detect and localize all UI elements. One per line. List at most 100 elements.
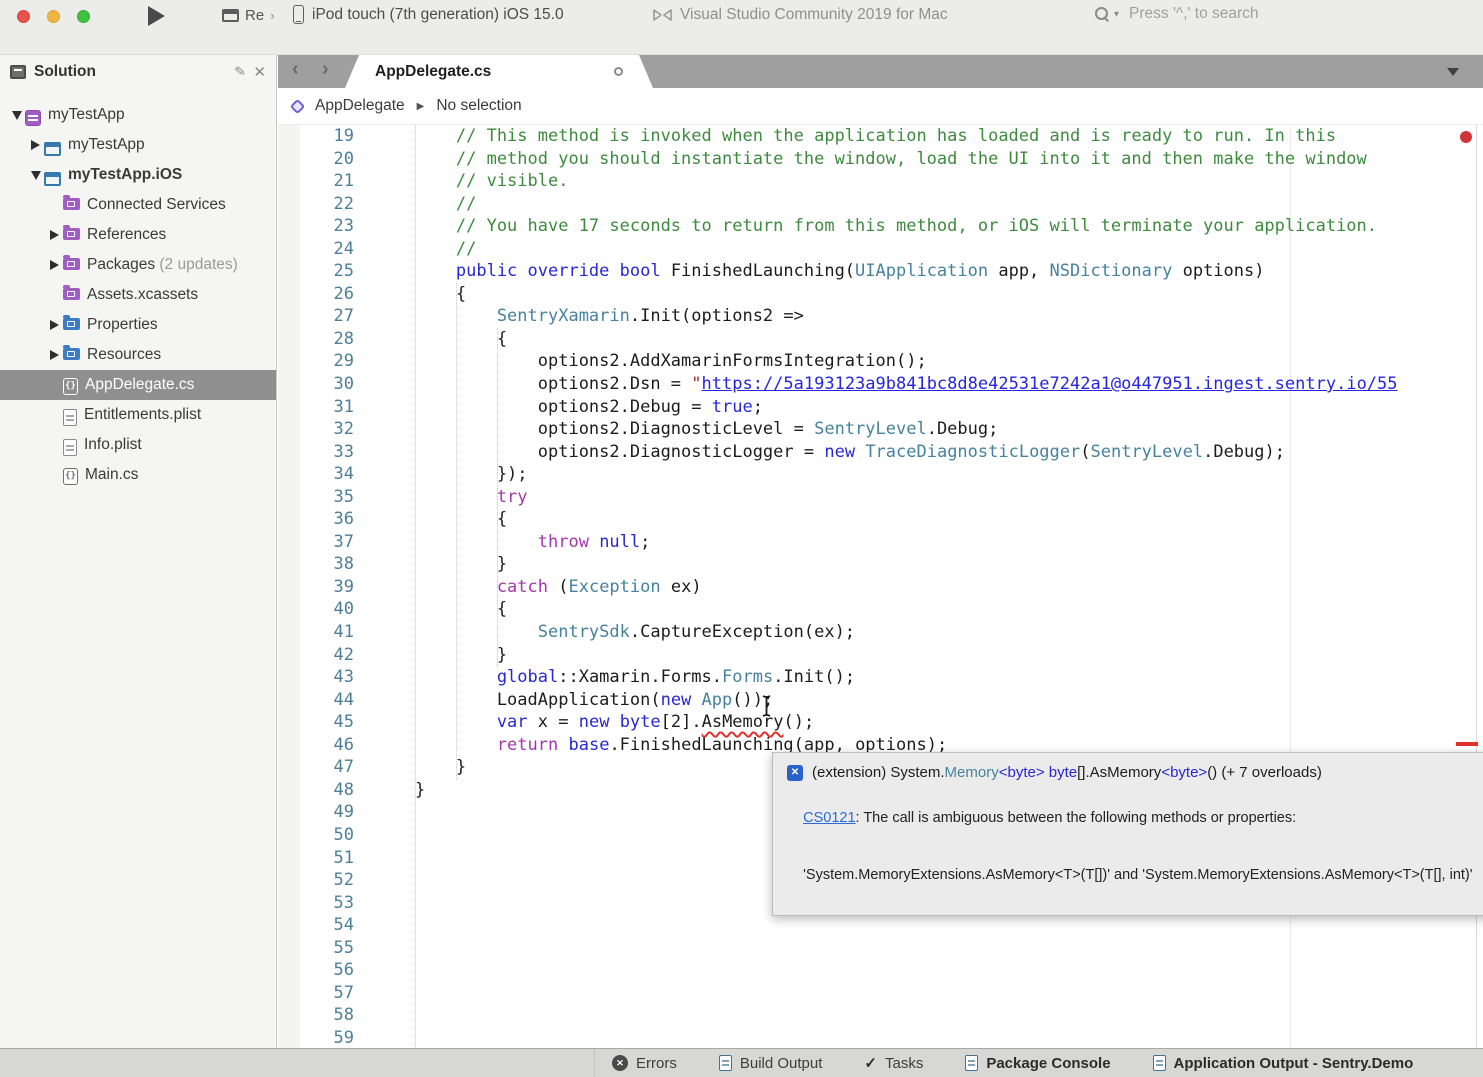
device-selector[interactable]: iPod touch (7th generation) iOS 15.0 bbox=[293, 5, 564, 24]
tree-item-packages[interactable]: Packages (2 updates) bbox=[0, 250, 276, 280]
breadcrumb-selection[interactable]: No selection bbox=[436, 97, 521, 115]
line-number[interactable]: 35 bbox=[278, 486, 354, 509]
run-button[interactable] bbox=[148, 6, 165, 26]
code-line-23[interactable]: 23 // You have 17 seconds to return from… bbox=[278, 215, 1483, 238]
line-number[interactable]: 31 bbox=[278, 396, 354, 419]
pin-icon[interactable]: ✏ bbox=[230, 61, 250, 82]
line-number[interactable]: 32 bbox=[278, 418, 354, 441]
code-line-54[interactable]: 54 bbox=[278, 914, 1483, 937]
code-line-20[interactable]: 20 // method you should instantiate the … bbox=[278, 148, 1483, 171]
line-number[interactable]: 21 bbox=[278, 170, 354, 193]
code-line-25[interactable]: 25 public override bool FinishedLaunchin… bbox=[278, 260, 1483, 283]
navigate-forward-button[interactable]: › bbox=[322, 58, 329, 81]
window-minimize-button[interactable] bbox=[47, 10, 60, 23]
tree-item-mytestapp[interactable]: myTestApp bbox=[0, 100, 276, 130]
line-number[interactable]: 53 bbox=[278, 892, 354, 915]
tree-item-entitlements-plist[interactable]: Entitlements.plist bbox=[0, 400, 276, 430]
code-line-28[interactable]: 28 { bbox=[278, 328, 1483, 351]
navigate-back-button[interactable]: ‹ bbox=[292, 58, 299, 81]
tree-item-properties[interactable]: Properties bbox=[0, 310, 276, 340]
tree-item-resources[interactable]: Resources bbox=[0, 340, 276, 370]
line-number[interactable]: 28 bbox=[278, 328, 354, 351]
code-line-19[interactable]: 19 // This method is invoked when the ap… bbox=[278, 125, 1483, 148]
line-number[interactable]: 26 bbox=[278, 283, 354, 306]
tree-item-connected-services[interactable]: Connected Services bbox=[0, 190, 276, 220]
code-line-30[interactable]: 30 options2.Dsn = "https://5a193123a9b84… bbox=[278, 373, 1483, 396]
tree-item-mytestapp-ios[interactable]: myTestApp.iOS bbox=[0, 160, 276, 190]
code-line-36[interactable]: 36 { bbox=[278, 508, 1483, 531]
line-number[interactable]: 48 bbox=[278, 779, 354, 802]
code-line-43[interactable]: 43 global::Xamarin.Forms.Forms.Init(); bbox=[278, 666, 1483, 689]
close-pad-icon[interactable]: ✕ bbox=[253, 63, 266, 81]
disclosure-right-icon[interactable] bbox=[46, 230, 63, 240]
line-number[interactable]: 27 bbox=[278, 305, 354, 328]
code-line-59[interactable]: 59 bbox=[278, 1027, 1483, 1048]
error-marker-summary-icon[interactable] bbox=[1460, 131, 1472, 143]
disclosure-right-icon[interactable] bbox=[46, 260, 63, 270]
line-number[interactable]: 51 bbox=[278, 847, 354, 870]
code-line-58[interactable]: 58 bbox=[278, 1004, 1483, 1027]
line-number[interactable]: 49 bbox=[278, 801, 354, 824]
line-number[interactable]: 37 bbox=[278, 531, 354, 554]
line-number[interactable]: 46 bbox=[278, 734, 354, 757]
line-number[interactable]: 41 bbox=[278, 621, 354, 644]
code-line-24[interactable]: 24 // bbox=[278, 238, 1483, 261]
tree-item-mytestapp[interactable]: myTestApp bbox=[0, 130, 276, 160]
code-line-26[interactable]: 26 { bbox=[278, 283, 1483, 306]
breadcrumb-class[interactable]: AppDelegate bbox=[315, 97, 405, 115]
configuration-selector[interactable]: Re › bbox=[222, 7, 275, 24]
error-code-link[interactable]: CS0121 bbox=[803, 810, 855, 826]
code-line-39[interactable]: 39 catch (Exception ex) bbox=[278, 576, 1483, 599]
line-number[interactable]: 33 bbox=[278, 441, 354, 464]
line-number[interactable]: 30 bbox=[278, 373, 354, 396]
code-line-27[interactable]: 27 SentryXamarin.Init(options2 => bbox=[278, 305, 1483, 328]
line-number[interactable]: 40 bbox=[278, 598, 354, 621]
search-field[interactable]: ▾ Press '^,' to search bbox=[1095, 5, 1465, 23]
status-item-tasks[interactable]: ✓Tasks bbox=[864, 1054, 923, 1072]
line-number[interactable]: 55 bbox=[278, 937, 354, 960]
code-line-38[interactable]: 38 } bbox=[278, 553, 1483, 576]
line-number[interactable]: 22 bbox=[278, 193, 354, 216]
line-number[interactable]: 59 bbox=[278, 1027, 354, 1048]
code-line-45[interactable]: 45 var x = new byte[2].AsMemory(); bbox=[278, 711, 1483, 734]
status-item-application-output-sentry-demo[interactable]: Application Output - Sentry.Demo bbox=[1153, 1055, 1414, 1072]
line-number[interactable]: 36 bbox=[278, 508, 354, 531]
code-line-33[interactable]: 33 options2.DiagnosticLogger = new Trace… bbox=[278, 441, 1483, 464]
line-number[interactable]: 34 bbox=[278, 463, 354, 486]
tree-item-references[interactable]: References bbox=[0, 220, 276, 250]
line-number[interactable]: 42 bbox=[278, 644, 354, 667]
tree-item-info-plist[interactable]: Info.plist bbox=[0, 430, 276, 460]
line-number[interactable]: 24 bbox=[278, 238, 354, 261]
code-line-37[interactable]: 37 throw null; bbox=[278, 531, 1483, 554]
tree-item-appdelegate-cs[interactable]: {}AppDelegate.cs bbox=[0, 370, 276, 400]
line-number[interactable]: 39 bbox=[278, 576, 354, 599]
code-line-56[interactable]: 56 bbox=[278, 959, 1483, 982]
line-number[interactable]: 56 bbox=[278, 959, 354, 982]
tree-item-main-cs[interactable]: {}Main.cs bbox=[0, 460, 276, 490]
code-line-32[interactable]: 32 options2.DiagnosticLevel = SentryLeve… bbox=[278, 418, 1483, 441]
code-line-55[interactable]: 55 bbox=[278, 937, 1483, 960]
window-close-button[interactable] bbox=[17, 10, 30, 23]
disclosure-down-icon[interactable] bbox=[8, 111, 25, 120]
line-number[interactable]: 43 bbox=[278, 666, 354, 689]
disclosure-right-icon[interactable] bbox=[27, 140, 44, 150]
tab-appdelegate-cs[interactable]: AppDelegate.cs bbox=[345, 55, 653, 88]
window-zoom-button[interactable] bbox=[77, 10, 90, 23]
line-number[interactable]: 38 bbox=[278, 553, 354, 576]
disclosure-right-icon[interactable] bbox=[46, 320, 63, 330]
status-item-package-console[interactable]: Package Console bbox=[965, 1055, 1110, 1072]
line-number[interactable]: 47 bbox=[278, 756, 354, 779]
code-line-41[interactable]: 41 SentrySdk.CaptureException(ex); bbox=[278, 621, 1483, 644]
line-number[interactable]: 19 bbox=[278, 125, 354, 148]
disclosure-right-icon[interactable] bbox=[46, 350, 63, 360]
line-number[interactable]: 20 bbox=[278, 148, 354, 171]
status-item-build-output[interactable]: Build Output bbox=[719, 1055, 823, 1072]
code-line-44[interactable]: 44 LoadApplication(new App()); bbox=[278, 689, 1483, 712]
code-line-21[interactable]: 21 // visible. bbox=[278, 170, 1483, 193]
line-number[interactable]: 52 bbox=[278, 869, 354, 892]
error-marker-line-icon[interactable] bbox=[1456, 742, 1478, 746]
line-number[interactable]: 58 bbox=[278, 1004, 354, 1027]
tab-list-dropdown-icon[interactable] bbox=[1447, 68, 1459, 76]
tree-item-assets-xcassets[interactable]: Assets.xcassets bbox=[0, 280, 276, 310]
line-number[interactable]: 23 bbox=[278, 215, 354, 238]
